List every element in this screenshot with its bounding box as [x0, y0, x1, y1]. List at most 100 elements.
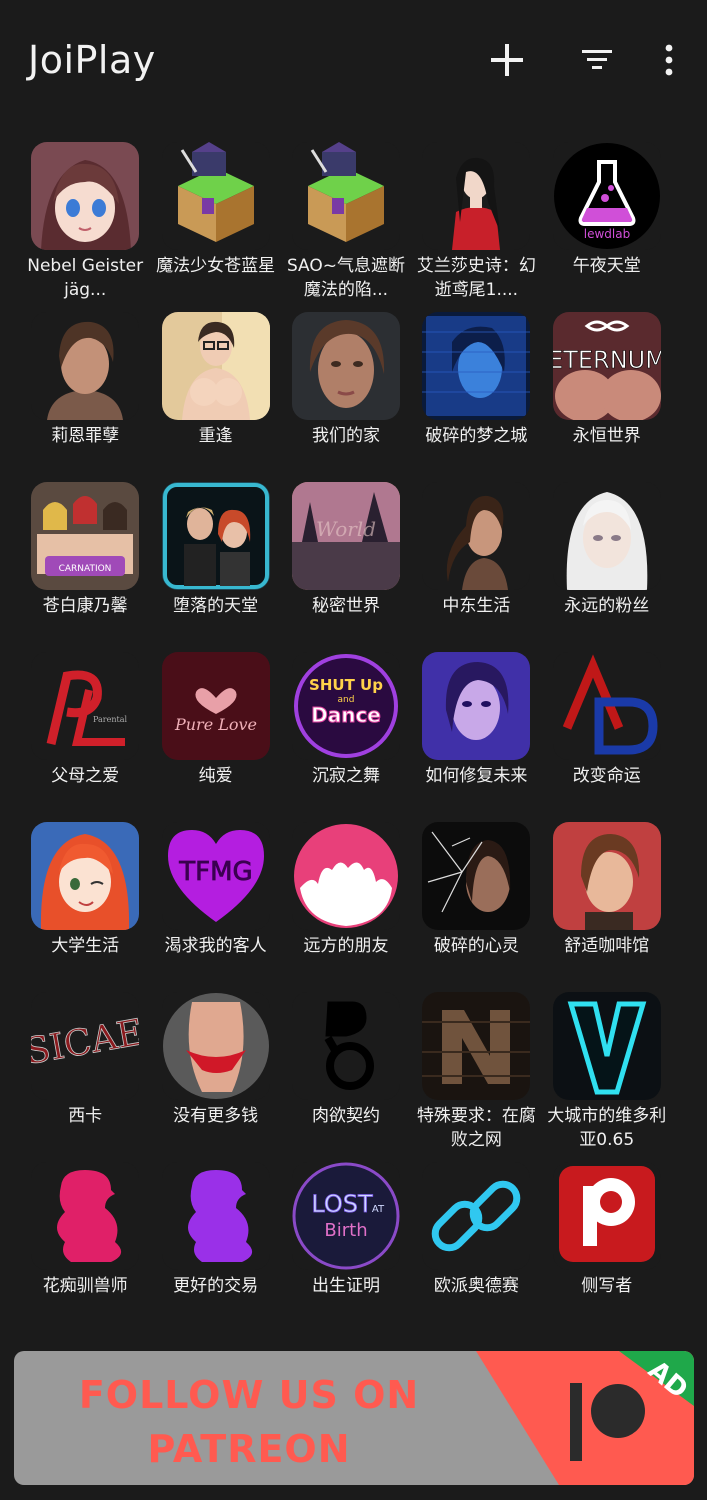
- game-icon[interactable]: lewdlab: [552, 142, 661, 250]
- game-label: 艾兰莎史诗：幻逝鸢尾1....: [416, 256, 536, 300]
- game-icon[interactable]: [422, 142, 531, 250]
- game-icon[interactable]: [422, 992, 531, 1100]
- game-tile[interactable]: 破碎的心灵: [411, 822, 541, 992]
- game-label: 大学生活: [51, 936, 120, 956]
- game-icon[interactable]: Parental: [31, 652, 140, 760]
- game-icon[interactable]: [422, 822, 531, 930]
- game-tile[interactable]: 艾兰莎史诗：幻逝鸢尾1....: [411, 142, 541, 312]
- game-icon[interactable]: [161, 1162, 270, 1270]
- game-label: 改变命运: [572, 766, 641, 786]
- game-label: 午夜天堂: [572, 256, 641, 276]
- game-icon[interactable]: CARNATION: [31, 482, 140, 590]
- game-icon[interactable]: [422, 652, 531, 760]
- game-tile[interactable]: 花痴驯兽师: [20, 1162, 150, 1332]
- game-icon[interactable]: Pure Love: [161, 652, 270, 760]
- game-tile[interactable]: 欧派奥德赛: [411, 1162, 541, 1332]
- game-tile[interactable]: 重逢: [150, 312, 280, 482]
- game-tile[interactable]: TFMG 渴求我的客人: [150, 822, 280, 992]
- game-tile[interactable]: 永远的粉丝: [542, 482, 672, 652]
- game-icon[interactable]: [291, 312, 400, 420]
- game-icon[interactable]: [31, 822, 140, 930]
- game-label: 堕落的天堂: [173, 596, 259, 616]
- game-icon[interactable]: [161, 482, 270, 590]
- game-tile[interactable]: 魔法少女苍蓝星: [150, 142, 280, 312]
- game-tile[interactable]: 莉恩罪孽: [20, 312, 150, 482]
- game-label: 魔法少女苍蓝星: [156, 256, 276, 276]
- game-tile[interactable]: ETERNUM 永恒世界: [542, 312, 672, 482]
- svg-text:SHUT Up: SHUT Up: [309, 676, 383, 694]
- svg-text:Pure Love: Pure Love: [174, 715, 257, 734]
- game-tile[interactable]: 特殊要求：在腐败之网: [411, 992, 541, 1162]
- game-tile[interactable]: CARNATION 苍白康乃馨: [20, 482, 150, 652]
- more-vert-icon[interactable]: [645, 36, 693, 84]
- game-icon[interactable]: [291, 142, 400, 250]
- game-icon[interactable]: [422, 1162, 531, 1270]
- game-icon[interactable]: [552, 652, 661, 760]
- game-tile[interactable]: SHUT Up and Dance 沉寂之舞: [281, 652, 411, 822]
- game-icon[interactable]: LOST AT Birth: [291, 1162, 400, 1270]
- filter-icon[interactable]: [573, 36, 621, 84]
- game-tile[interactable]: LOST AT Birth 出生证明: [281, 1162, 411, 1332]
- game-tile[interactable]: 侧写者: [542, 1162, 672, 1332]
- svg-text:Dance: Dance: [311, 703, 381, 727]
- game-icon[interactable]: SICAE: [31, 992, 140, 1100]
- game-icon[interactable]: World: [291, 482, 400, 590]
- game-label: 花痴驯兽师: [42, 1276, 128, 1296]
- game-icon[interactable]: [552, 822, 661, 930]
- game-tile[interactable]: 破碎的梦之城: [411, 312, 541, 482]
- game-tile[interactable]: Pure Love 纯爱: [150, 652, 280, 822]
- game-tile[interactable]: lewdlab 午夜天堂: [542, 142, 672, 312]
- game-icon[interactable]: [291, 992, 400, 1100]
- game-grid: Nebel Geisterjäg... 魔法少女苍蓝星 SAO~气息遮断魔法的陷..…: [20, 142, 687, 1332]
- svg-text:ETERNUM: ETERNUM: [553, 346, 661, 374]
- game-label: 中东生活: [442, 596, 511, 616]
- game-label: 如何修复未来: [425, 766, 528, 786]
- game-tile[interactable]: 大学生活: [20, 822, 150, 992]
- game-label: 渴求我的客人: [164, 936, 267, 956]
- game-icon[interactable]: [422, 482, 531, 590]
- game-label: 永恒世界: [572, 426, 641, 446]
- game-tile[interactable]: Nebel Geisterjäg...: [20, 142, 150, 312]
- game-label: 苍白康乃馨: [42, 596, 128, 616]
- game-icon[interactable]: [291, 822, 400, 930]
- svg-text:Birth: Birth: [324, 1220, 367, 1241]
- svg-text:World: World: [316, 517, 376, 541]
- game-label: 出生证明: [311, 1276, 380, 1296]
- game-tile[interactable]: 我们的家: [281, 312, 411, 482]
- game-icon[interactable]: [552, 482, 661, 590]
- patreon-ad-banner[interactable]: FOLLOW US ON PATREON AD: [14, 1351, 694, 1485]
- game-tile[interactable]: 远方的朋友: [281, 822, 411, 992]
- game-icon[interactable]: SHUT Up and Dance: [291, 652, 400, 760]
- game-icon[interactable]: [31, 312, 140, 420]
- game-label: Nebel Geisterjäg...: [27, 256, 144, 300]
- game-icon[interactable]: [161, 992, 270, 1100]
- game-tile[interactable]: 更好的交易: [150, 1162, 280, 1332]
- game-icon[interactable]: ETERNUM: [552, 312, 661, 420]
- svg-text:AT: AT: [372, 1204, 385, 1215]
- game-tile[interactable]: 如何修复未来: [411, 652, 541, 822]
- game-tile[interactable]: 舒适咖啡馆: [542, 822, 672, 992]
- game-icon[interactable]: [161, 312, 270, 420]
- plus-icon[interactable]: [483, 36, 531, 84]
- game-tile[interactable]: 没有更多钱: [150, 992, 280, 1162]
- game-tile[interactable]: 肉欲契约: [281, 992, 411, 1162]
- game-icon[interactable]: [161, 142, 270, 250]
- game-tile[interactable]: SAO~气息遮断魔法的陷...: [281, 142, 411, 312]
- game-tile[interactable]: 改变命运: [542, 652, 672, 822]
- game-icon[interactable]: TFMG: [161, 822, 270, 930]
- game-icon[interactable]: [552, 992, 661, 1100]
- game-label: 舒适咖啡馆: [564, 936, 650, 956]
- game-icon[interactable]: [31, 1162, 140, 1270]
- game-tile[interactable]: 堕落的天堂: [150, 482, 280, 652]
- game-icon[interactable]: [422, 312, 531, 420]
- game-tile[interactable]: 中东生活: [411, 482, 541, 652]
- game-tile[interactable]: SICAE 西卡: [20, 992, 150, 1162]
- game-label: 侧写者: [581, 1276, 633, 1296]
- game-tile[interactable]: World 秘密世界: [281, 482, 411, 652]
- game-tile[interactable]: Parental 父母之爱: [20, 652, 150, 822]
- game-icon[interactable]: [552, 1162, 661, 1270]
- game-icon[interactable]: [31, 142, 140, 250]
- svg-text:lewdlab: lewdlab: [584, 227, 630, 241]
- game-tile[interactable]: 大城市的维多利亚0.65: [542, 992, 672, 1162]
- game-label: 没有更多钱: [173, 1106, 259, 1126]
